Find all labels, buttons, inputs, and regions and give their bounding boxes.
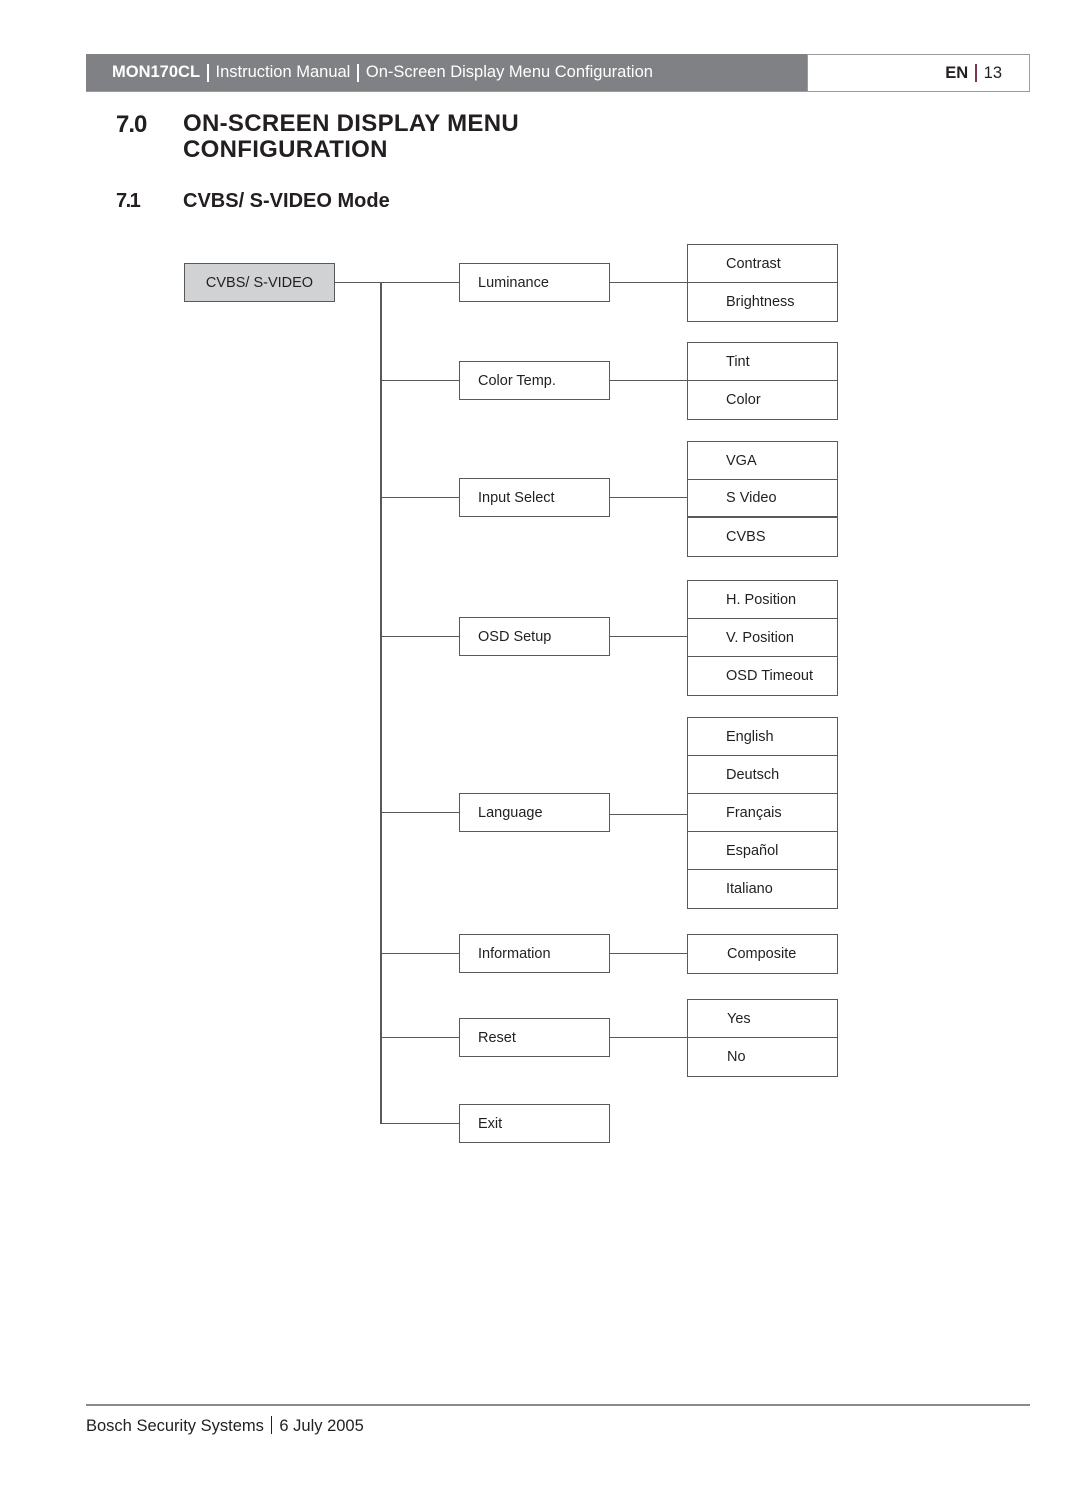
heading2-title: CVBS/ S-VIDEO Mode [183, 190, 390, 212]
option-cell: Italiano [726, 881, 773, 897]
menu-node-label: Information [478, 945, 551, 962]
menu-node-input-select: Input Select [459, 478, 610, 517]
menu-node-label: Luminance [478, 274, 549, 291]
branch-line [610, 953, 688, 954]
branch-line [610, 497, 688, 498]
page-number: 13 [983, 63, 1002, 82]
separator [975, 64, 977, 82]
doc-type: Instruction Manual [215, 63, 351, 81]
branch-line [380, 812, 459, 813]
menu-node-label: Color Temp. [478, 372, 556, 389]
option-cell: OSD Timeout [726, 668, 814, 684]
menu-node-label: Language [478, 804, 543, 821]
option-cell: Français [688, 794, 837, 832]
branch-line [610, 1037, 688, 1038]
footer-company: Bosch Security Systems [86, 1417, 264, 1435]
menu-node-information: Information [459, 934, 610, 973]
menu-node-osd-setup: OSD Setup [459, 617, 610, 656]
heading1-title: ON-SCREEN DISPLAY MENU CONFIGURATION [183, 110, 519, 163]
menu-node-label: Reset [478, 1029, 516, 1046]
branch-line [610, 380, 688, 381]
separator [357, 63, 359, 82]
option-cell: Brightness [726, 294, 795, 310]
options-information: Composite [687, 934, 838, 974]
menu-node-label: Exit [478, 1115, 503, 1132]
product-name: MON170CL [112, 63, 201, 81]
menu-node-exit: Exit [459, 1104, 610, 1143]
footer-divider [86, 1404, 1030, 1406]
footer: Bosch Security Systems 6 July 2005 [86, 1416, 364, 1436]
option-cell: Tint [688, 343, 837, 381]
branch-line [380, 1123, 459, 1124]
header-page-box: EN 13 [807, 54, 1030, 92]
separator [270, 1416, 273, 1434]
option-cell: English [688, 718, 837, 756]
option-cell: Yes [688, 1000, 837, 1038]
menu-node-reset: Reset [459, 1018, 610, 1057]
branch-line [610, 814, 688, 815]
branch-line [380, 636, 459, 637]
header-title-bar: MON170CL Instruction Manual On-Screen Disp… [86, 54, 808, 92]
option-cell: Deutsch [688, 756, 837, 794]
heading2-number: 7.1 [116, 190, 141, 212]
option-cell: V. Position [688, 619, 837, 657]
branch-line [610, 636, 688, 637]
menu-node-luminance: Luminance [459, 263, 610, 302]
options-osd-setup: H. Position V. Position OSD Timeout [687, 580, 838, 696]
option-cell: CVBS [726, 529, 766, 545]
trunk-line [380, 282, 382, 1124]
option-cell: H. Position [688, 581, 837, 619]
menu-node-color-temp: Color Temp. [459, 361, 610, 400]
option-cell: S Video [688, 480, 837, 518]
language-code: EN [945, 63, 969, 82]
options-input-select: VGA S Video CVBS [687, 441, 838, 557]
menu-node-label: Input Select [478, 489, 555, 506]
option-cell: Composite [727, 946, 797, 962]
option-cell: No [727, 1049, 746, 1065]
menu-node-language: Language [459, 793, 610, 832]
footer-date: 6 July 2005 [279, 1417, 364, 1435]
menu-node-label: OSD Setup [478, 628, 552, 645]
connector-line [335, 282, 381, 283]
option-cell: Español [688, 832, 837, 870]
branch-line [380, 953, 459, 954]
root-node: CVBS/ S-VIDEO [184, 263, 335, 302]
section-name: On-Screen Display Menu Configuration [365, 63, 653, 81]
option-cell: Contrast [688, 245, 837, 283]
root-node-label: CVBS/ S-VIDEO [205, 274, 314, 291]
options-color-temp: Tint Color [687, 342, 838, 420]
options-luminance: Contrast Brightness [687, 244, 838, 322]
branch-line [380, 380, 459, 381]
option-cell: Color [726, 392, 761, 408]
branch-line [610, 282, 688, 283]
branch-line [380, 1037, 459, 1038]
separator [207, 63, 209, 82]
branch-line [380, 282, 459, 283]
options-reset: Yes No [687, 999, 838, 1077]
heading1-number: 7.0 [116, 111, 147, 138]
options-language: English Deutsch Français Español Italian… [687, 717, 838, 909]
option-cell: VGA [688, 442, 837, 480]
branch-line [380, 497, 459, 498]
